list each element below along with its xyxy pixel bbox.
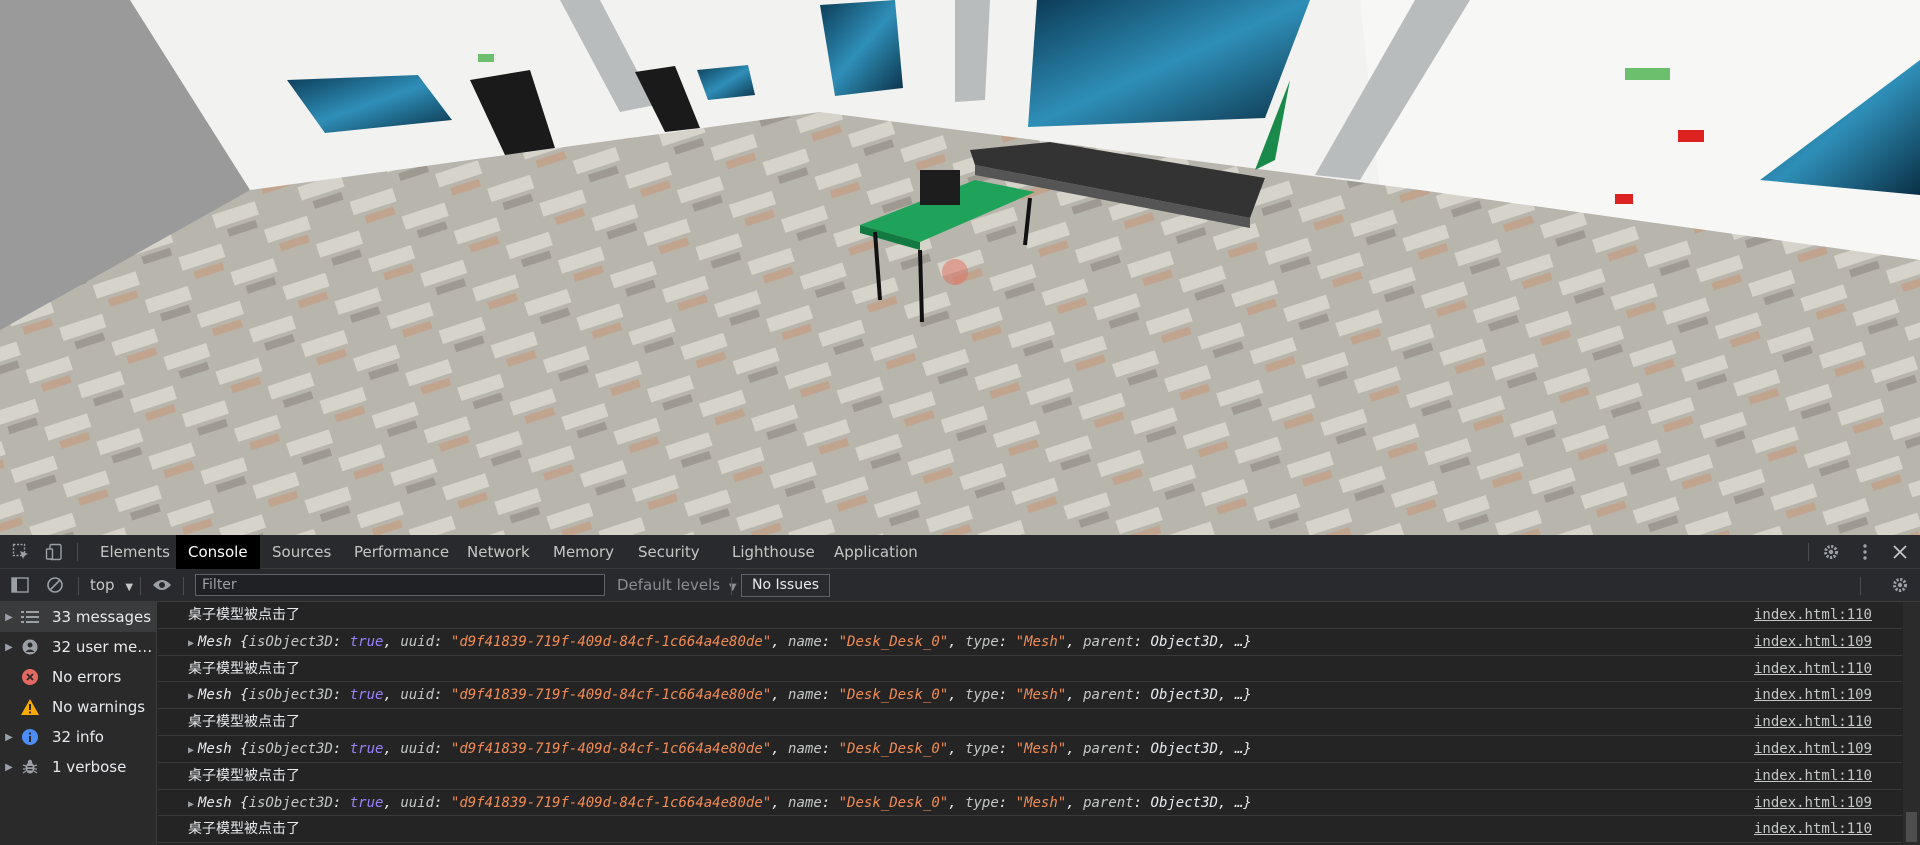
console-log-row: 桌子模型被点击了 index.html:110 xyxy=(158,709,1902,736)
issues-button[interactable]: No Issues xyxy=(741,574,830,597)
devtools-tab-bar: Elements Console Sources Performance Net… xyxy=(0,535,1920,569)
mesh-object-preview[interactable]: ▶ Mesh {isObject3D: true, uuid: "d9f41839… xyxy=(188,790,1252,818)
info-icon xyxy=(18,728,42,746)
filter-input[interactable] xyxy=(195,574,605,596)
source-link[interactable]: index.html:110 xyxy=(1754,656,1872,682)
source-link[interactable]: index.html:110 xyxy=(1754,709,1872,735)
levels-dropdown-arrow-icon: ▼ xyxy=(728,582,737,593)
wall-picture-4 xyxy=(1028,0,1310,127)
tab-network[interactable]: Network xyxy=(455,535,542,569)
expand-arrow-icon[interactable]: ▶ xyxy=(0,762,18,773)
dropdown-arrow-icon: ▼ xyxy=(125,582,134,593)
bug-icon xyxy=(18,758,42,776)
console-log-row: 桌子模型被点击了 index.html:110 xyxy=(158,816,1902,844)
device-toolbar-icon[interactable] xyxy=(44,542,64,562)
expand-arrow-icon[interactable]: ▶ xyxy=(0,612,18,623)
console-scrollbar[interactable] xyxy=(1903,602,1920,845)
log-message: 桌子模型被点击了 xyxy=(188,660,300,677)
context-selector[interactable]: top ▼ xyxy=(90,569,133,604)
source-link[interactable]: index.html:110 xyxy=(1754,816,1872,842)
log-levels-label: Default levels xyxy=(617,576,721,594)
sidebar-item-info[interactable]: ▶ 32 info xyxy=(0,722,156,752)
scrollbar-thumb[interactable] xyxy=(1906,812,1917,842)
console-log-row: ▶ Mesh {isObject3D: true, uuid: "d9f41839… xyxy=(158,736,1902,763)
console-log-row: ▶ Mesh {isObject3D: true, uuid: "d9f41839… xyxy=(158,682,1902,710)
console-log-row: 桌子模型被点击了 index.html:110 xyxy=(158,763,1902,790)
source-link[interactable]: index.html:109 xyxy=(1754,629,1872,655)
console-log-row: ▶ Mesh {isObject3D: true, uuid: "d9f41839… xyxy=(158,790,1902,817)
tab-security[interactable]: Security xyxy=(626,535,712,569)
tab-application[interactable]: Application xyxy=(822,535,930,569)
log-levels-dropdown[interactable]: Default levels ▼ xyxy=(617,569,737,604)
gear-icon[interactable] xyxy=(1821,542,1841,562)
console-log-row: 桌子模型被点击了 index.html:110 xyxy=(158,656,1902,683)
sidebar-item-warnings[interactable]: No warnings xyxy=(0,692,156,722)
console-log-row: ▶ Mesh {isObject3D: true, uuid: "d9f41839… xyxy=(158,629,1902,656)
expand-triangle-icon[interactable]: ▶ xyxy=(188,738,198,764)
log-message: 桌子模型被点击了 xyxy=(188,821,300,838)
more-options-icon[interactable] xyxy=(1855,542,1875,562)
console-sidebar: ▶ 33 messages ▶ 32 user mes... No errors xyxy=(0,602,157,845)
tab-elements[interactable]: Elements xyxy=(88,535,182,569)
log-message: 桌子模型被点击了 xyxy=(188,714,300,731)
source-link[interactable]: index.html:110 xyxy=(1754,602,1872,628)
source-link[interactable]: index.html:110 xyxy=(1754,763,1872,789)
sidebar-item-errors[interactable]: No errors xyxy=(0,662,156,692)
expand-triangle-icon[interactable]: ▶ xyxy=(188,792,198,818)
console-log-row: 桌子模型被点击了 index.html:110 xyxy=(158,602,1902,629)
user-icon xyxy=(18,638,42,656)
devtools-panel: Elements Console Sources Performance Net… xyxy=(0,535,1920,845)
warning-icon xyxy=(18,698,42,716)
log-message: 桌子模型被点击了 xyxy=(188,767,300,784)
sidebar-item-messages[interactable]: ▶ 33 messages xyxy=(0,602,156,632)
3d-scene-viewport[interactable] xyxy=(0,0,1920,535)
tab-console[interactable]: Console xyxy=(176,535,260,569)
log-message: 桌子模型被点击了 xyxy=(188,607,300,623)
mesh-object-preview[interactable]: ▶ Mesh {isObject3D: true, uuid: "d9f41839… xyxy=(188,682,1252,710)
console-settings-gear-icon[interactable] xyxy=(1890,575,1910,595)
inspect-element-icon[interactable] xyxy=(11,542,31,562)
source-link[interactable]: index.html:109 xyxy=(1754,682,1872,708)
mesh-object-preview[interactable]: ▶ Mesh {isObject3D: true, uuid: "d9f41839… xyxy=(188,736,1252,764)
expand-triangle-icon[interactable]: ▶ xyxy=(188,684,198,710)
tab-sources[interactable]: Sources xyxy=(260,535,343,569)
source-link[interactable]: index.html:109 xyxy=(1754,736,1872,762)
expand-arrow-icon[interactable]: ▶ xyxy=(0,732,18,743)
mesh-object-preview[interactable]: ▶ Mesh {isObject3D: true, uuid: "d9f41839… xyxy=(188,629,1252,657)
expand-triangle-icon[interactable]: ▶ xyxy=(188,631,198,657)
tab-performance[interactable]: Performance xyxy=(342,535,461,569)
console-log-area: 桌子模型被点击了 index.html:110 ▶ Mesh {isObject3… xyxy=(158,602,1902,845)
tab-lighthouse[interactable]: Lighthouse xyxy=(720,535,827,569)
clear-console-icon[interactable] xyxy=(45,575,65,595)
error-icon xyxy=(18,668,42,686)
sidebar-item-user-messages[interactable]: ▶ 32 user mes... xyxy=(0,632,156,662)
list-icon xyxy=(18,608,42,626)
context-label: top xyxy=(90,576,115,594)
expand-arrow-icon[interactable]: ▶ xyxy=(0,642,18,653)
live-expression-eye-icon[interactable] xyxy=(152,575,172,595)
close-icon[interactable] xyxy=(1890,542,1910,562)
scene-canvas[interactable] xyxy=(0,0,1920,535)
console-toolbar: top ▼ Default levels ▼ No Issues xyxy=(0,569,1920,602)
click-marker-icon xyxy=(942,259,968,285)
sidebar-toggle-icon[interactable] xyxy=(10,575,30,595)
tab-memory[interactable]: Memory xyxy=(541,535,626,569)
source-link[interactable]: index.html:109 xyxy=(1754,790,1872,816)
sidebar-item-verbose[interactable]: ▶ 1 verbose xyxy=(0,752,156,782)
